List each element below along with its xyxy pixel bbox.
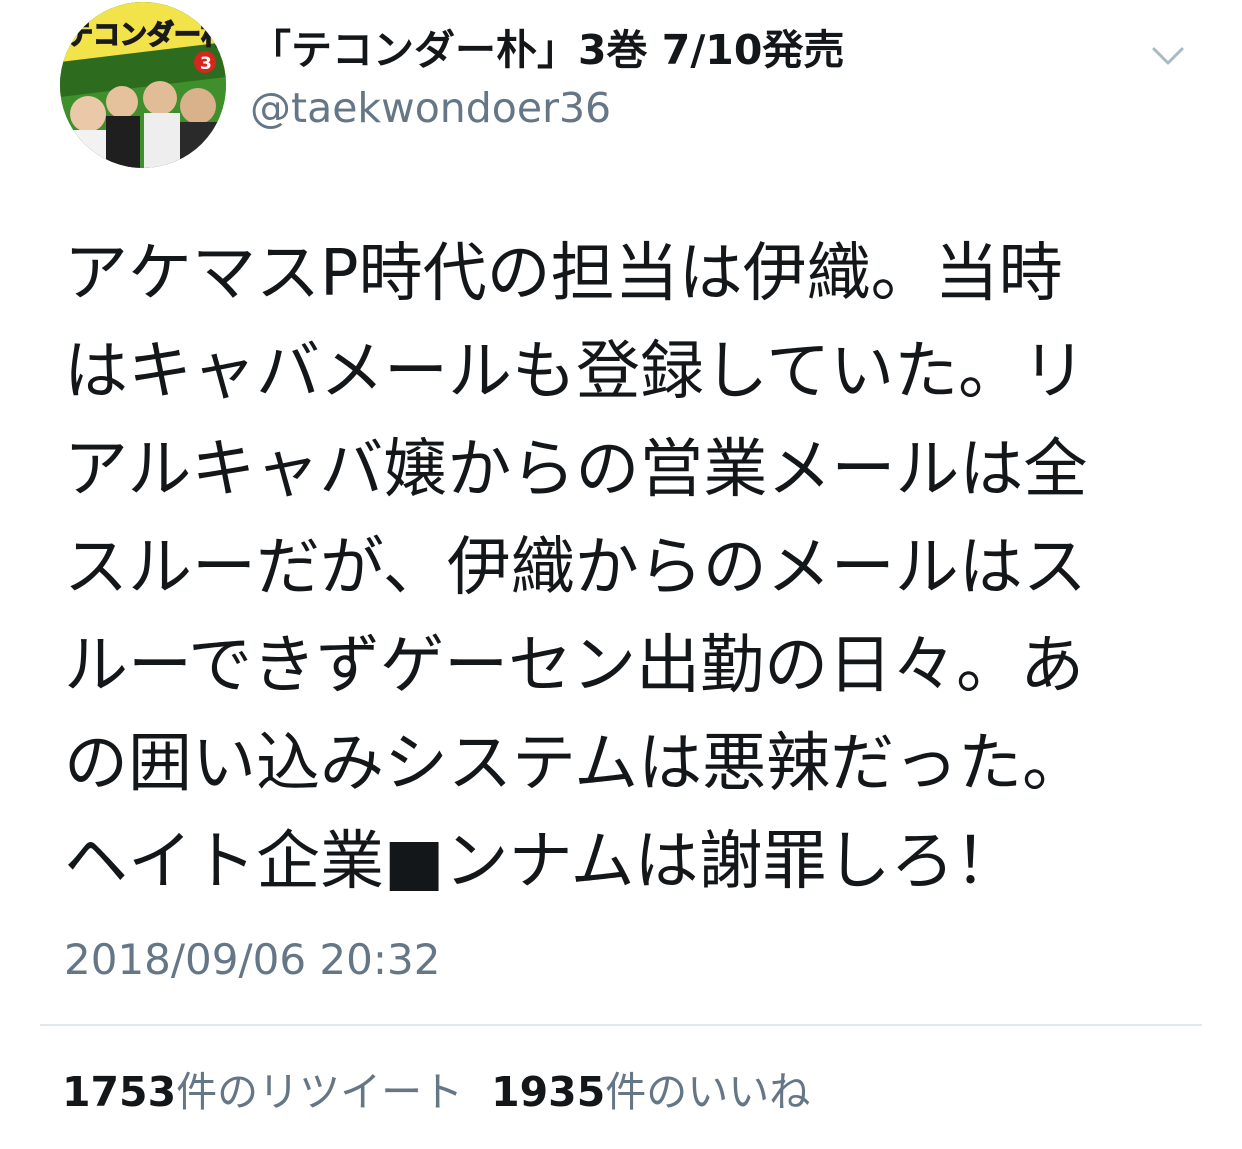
manga-cover-avatar-icon[interactable]: テコンダー朴 3: [60, 2, 226, 168]
tweet-text-line: アケマスP時代の担当は伊織。当時: [64, 237, 1063, 311]
tweet-text-line: はキャバメールも登録していた。リ: [64, 335, 1087, 409]
chevron-down-icon[interactable]: [1148, 36, 1188, 76]
author-display-name[interactable]: 「テコンダー朴」3巻 7/10発売: [250, 22, 844, 78]
tweet-timestamp[interactable]: 2018/09/06 20:32: [64, 930, 440, 990]
tweet-detail: テコンダー朴 3 「テコンダー朴」3巻 7/10発売 @taekwondoer3…: [0, 0, 1242, 1149]
likes-stat[interactable]: 1935件のいいね: [491, 1064, 810, 1120]
avatar-volume-number: 3: [200, 54, 212, 74]
retweets-label: 件のリツイート: [176, 1068, 464, 1116]
tweet-text-line: アルキャバ嬢からの営業メールは全: [64, 433, 1088, 507]
retweets-stat[interactable]: 1753件のリツイート: [62, 1064, 463, 1120]
tweet-text-line: ヘイト企業■ンナムは謝罪しろ！: [64, 825, 1019, 899]
avatar-logo-text: テコンダー朴: [66, 19, 226, 51]
tweet-text: アケマスP時代の担当は伊織。当時 はキャバメールも登録していた。リ アルキャバ嬢から…: [64, 225, 1174, 911]
author-handle[interactable]: @taekwondoer36: [250, 80, 611, 136]
retweets-count: 1753: [62, 1068, 177, 1116]
engagement-stats: 1753件のリツイート 1935件のいいね: [62, 1064, 838, 1120]
tweet-text-line: ルーできずゲーセン出勤の日々。あ: [64, 629, 1085, 703]
tweet-text-line: スルーだが、伊織からのメールはス: [64, 531, 1087, 605]
likes-label: 件のいいね: [605, 1068, 811, 1116]
likes-count: 1935: [491, 1068, 606, 1116]
tweet-text-line: の囲い込みシステムは悪辣だった。: [64, 727, 1087, 801]
divider: [40, 1024, 1202, 1026]
